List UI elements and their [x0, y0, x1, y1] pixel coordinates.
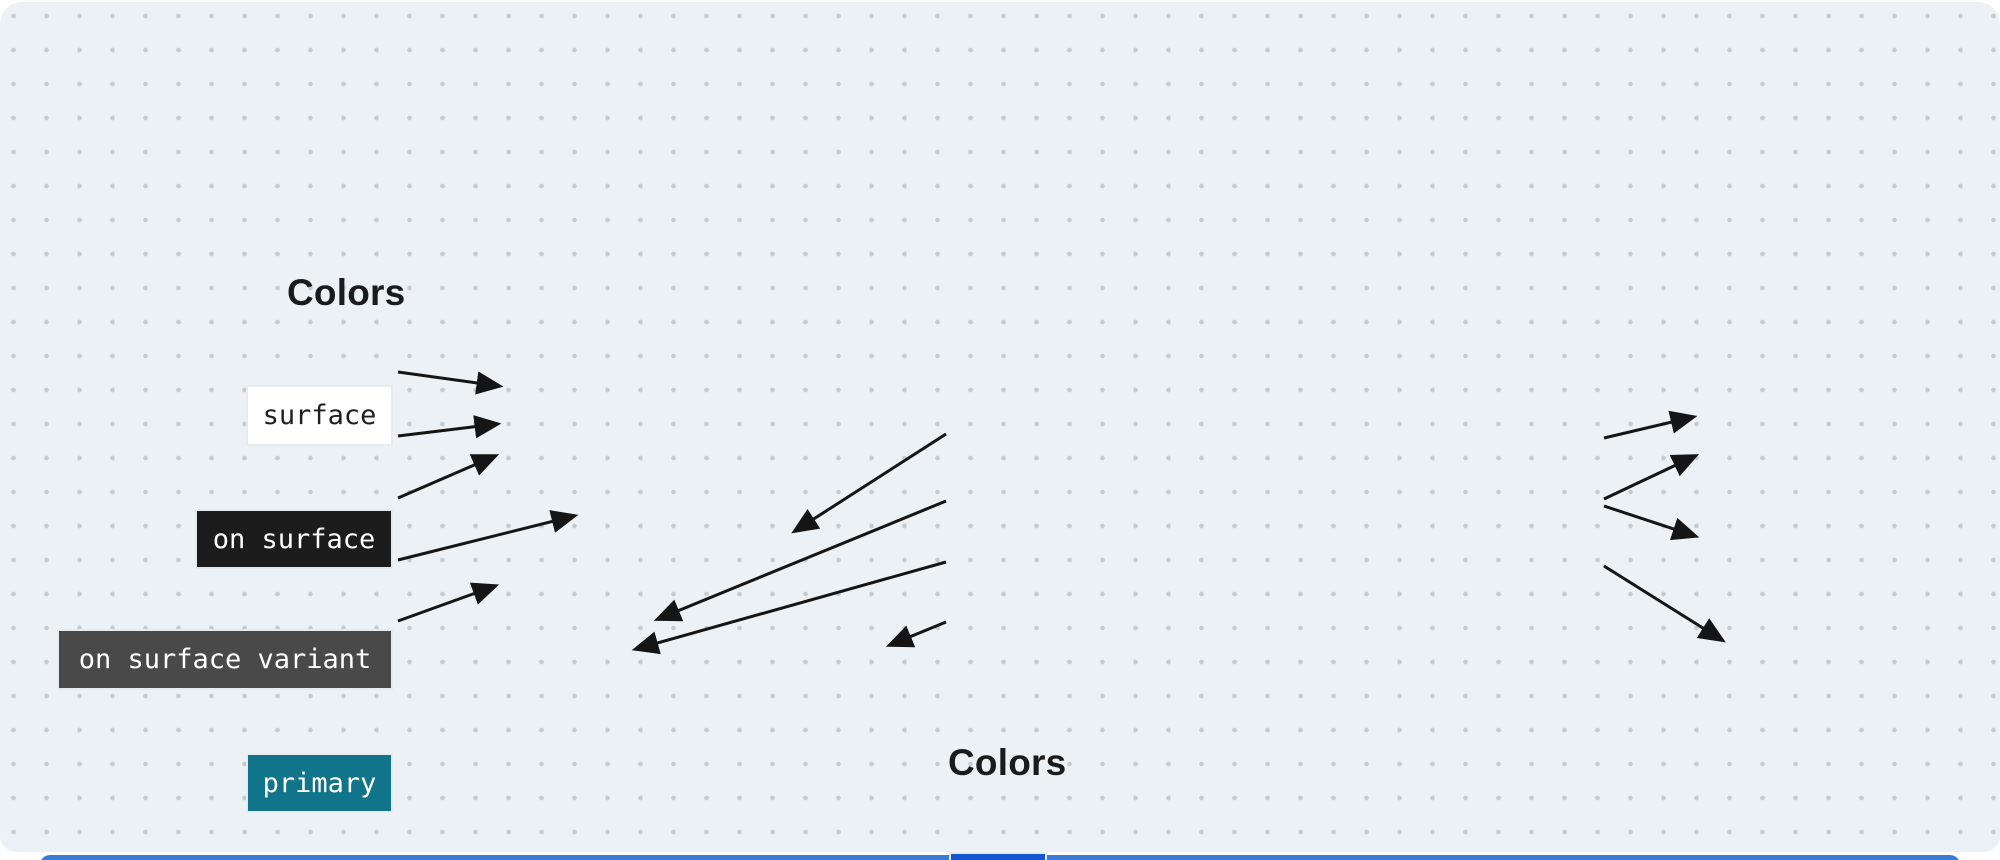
- swatch-on-surface-variant: on surface variant: [57, 629, 393, 690]
- swatch-primary: primary: [246, 753, 393, 813]
- swatch-label: on surface variant: [79, 644, 372, 675]
- middle-colors-heading: Colors: [948, 742, 2000, 784]
- swatch-label: on surface: [213, 524, 376, 555]
- swatch-label: primary: [263, 768, 377, 799]
- swatch-label: surface: [263, 400, 377, 431]
- left-colors-heading: Colors: [287, 272, 2000, 314]
- swatch-surface: surface: [246, 385, 393, 446]
- swatch-on-surface: on surface: [195, 509, 393, 569]
- swatch-info: info: [949, 852, 1047, 860]
- style-guide-canvas: Colors surface on surface on surface var…: [0, 0, 2000, 860]
